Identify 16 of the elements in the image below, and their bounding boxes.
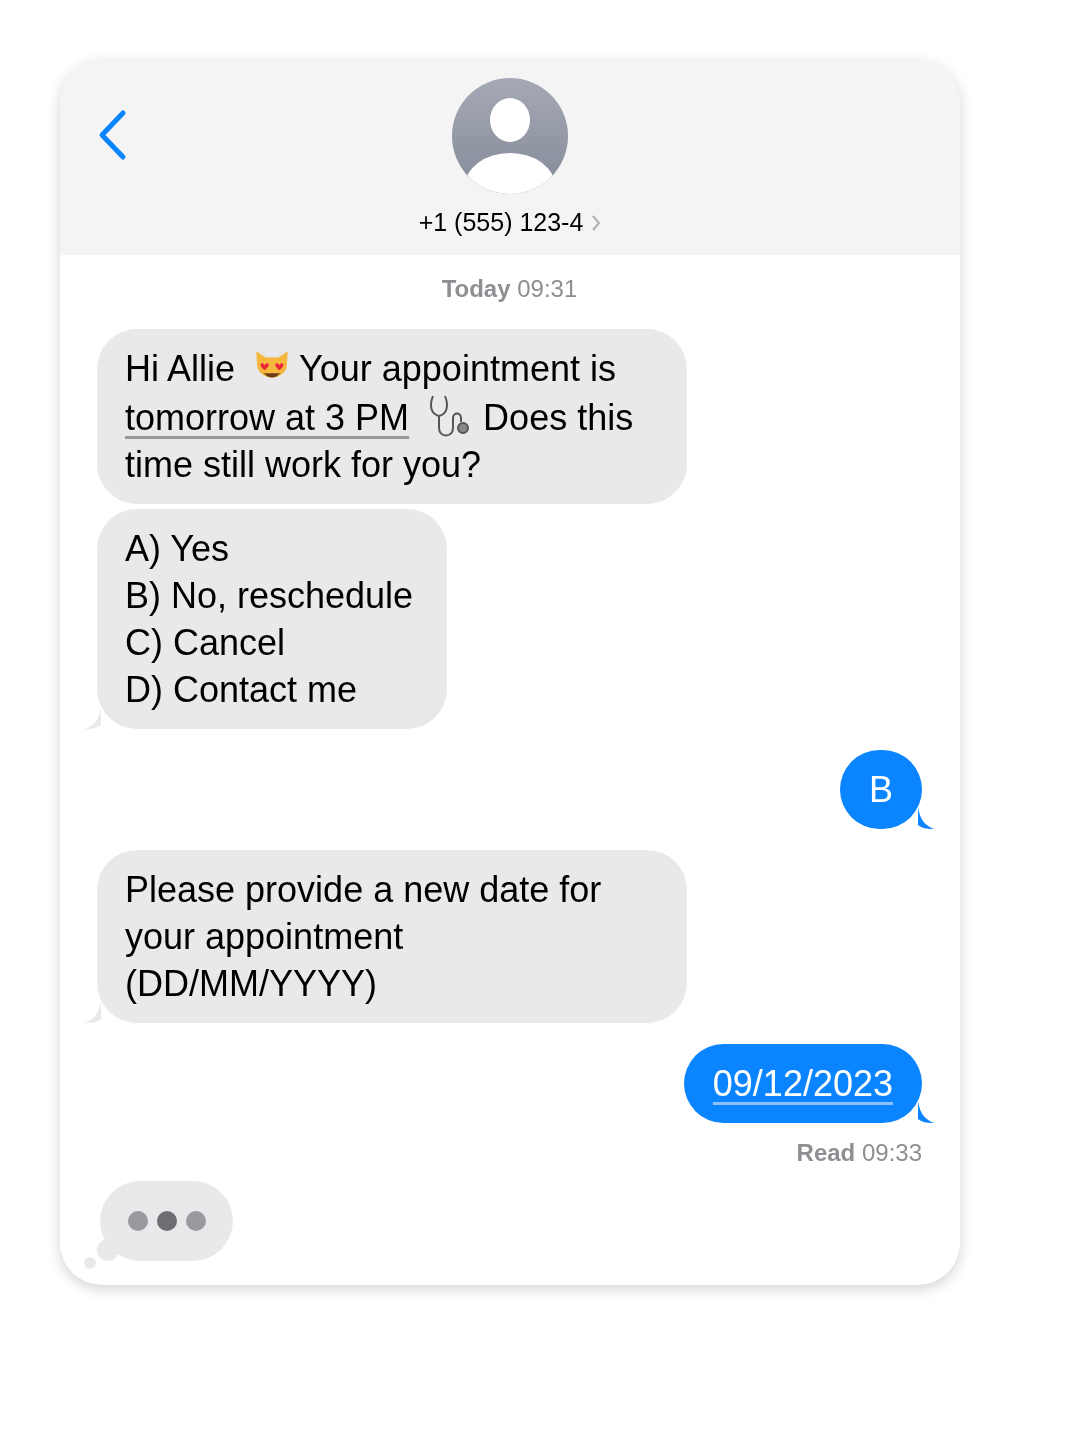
avatar-icon[interactable]	[452, 78, 568, 194]
option-text: B) No, reschedule	[125, 574, 414, 618]
option-text: D) Contact me	[125, 668, 359, 712]
option-text: A) Yes	[125, 527, 231, 571]
timestamp: Today 09:31	[441, 274, 578, 304]
link[interactable]: 09/12/2023	[712, 1063, 893, 1104]
bubble-tail	[918, 807, 934, 829]
contact-name[interactable]: +1 (555) 123-4	[418, 204, 602, 242]
message-text: B	[869, 768, 893, 812]
message-text: Hi Allie Your appointment is tomorrow at 3 PM Does this time still work for you?	[125, 345, 653, 488]
read-receipt: Read 09:33	[796, 1138, 922, 1168]
link[interactable]: tomorrow at 3 PM	[125, 397, 410, 438]
bubble-tail	[918, 1101, 934, 1123]
message-text: Please provide a new date for your appointment (DD/MM/YYYY)	[125, 868, 603, 1006]
chevron-right-icon	[591, 213, 602, 232]
option-text: C) Cancel	[125, 621, 287, 665]
